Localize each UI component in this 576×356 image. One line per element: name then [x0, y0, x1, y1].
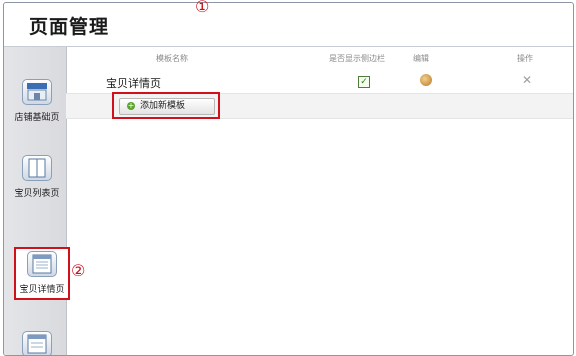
plus-icon: + [127, 101, 135, 110]
edit-icon[interactable] [420, 74, 432, 86]
column-header-actions: 操作 [517, 54, 533, 63]
add-template-row: + 添加新模板 [66, 92, 573, 119]
list-page-icon [22, 155, 52, 181]
add-template-button[interactable]: + 添加新模板 [119, 98, 215, 115]
sidebar-item-page[interactable] [8, 331, 66, 355]
delete-icon[interactable]: ✕ [522, 73, 532, 87]
page-frame: 页面管理 店铺基础页 宝贝列表页 宝贝详情页 模板名称 是否显示侧边栏 编辑 操… [3, 2, 574, 356]
show-sidebar-checkbox[interactable]: ✓ [358, 76, 370, 88]
page-icon [22, 331, 52, 355]
annotation-marker-1: ① [195, 0, 210, 16]
annotation-marker-2: ② [71, 261, 86, 280]
template-name: 宝贝详情页 [106, 77, 161, 90]
add-template-label: 添加新模板 [140, 101, 186, 111]
detail-page-icon [27, 251, 57, 277]
store-icon [22, 79, 52, 105]
table-row: 宝贝详情页 ✓ ✕ [66, 71, 573, 93]
sidebar-item-detail-page[interactable]: 宝贝详情页 [14, 247, 70, 300]
column-header-edit: 编辑 [413, 54, 429, 63]
sidebar-item-list-page[interactable]: 宝贝列表页 [8, 155, 66, 199]
sidebar-item-store-base[interactable]: 店铺基础页 [8, 79, 66, 123]
sidebar-item-label: 宝贝列表页 [14, 189, 60, 199]
column-header-show-sidebar: 是否显示侧边栏 [329, 54, 385, 63]
sidebar: 店铺基础页 宝贝列表页 宝贝详情页 [4, 47, 70, 355]
sidebar-item-label: 宝贝详情页 [19, 285, 65, 295]
header-divider [4, 46, 573, 47]
column-header-template-name: 模板名称 [156, 54, 188, 63]
sidebar-item-label: 店铺基础页 [14, 113, 60, 123]
page-title: 页面管理 [29, 16, 110, 38]
table-header: 模板名称 是否显示侧边栏 编辑 操作 [66, 49, 573, 69]
highlight-box: + 添加新模板 [112, 92, 220, 119]
